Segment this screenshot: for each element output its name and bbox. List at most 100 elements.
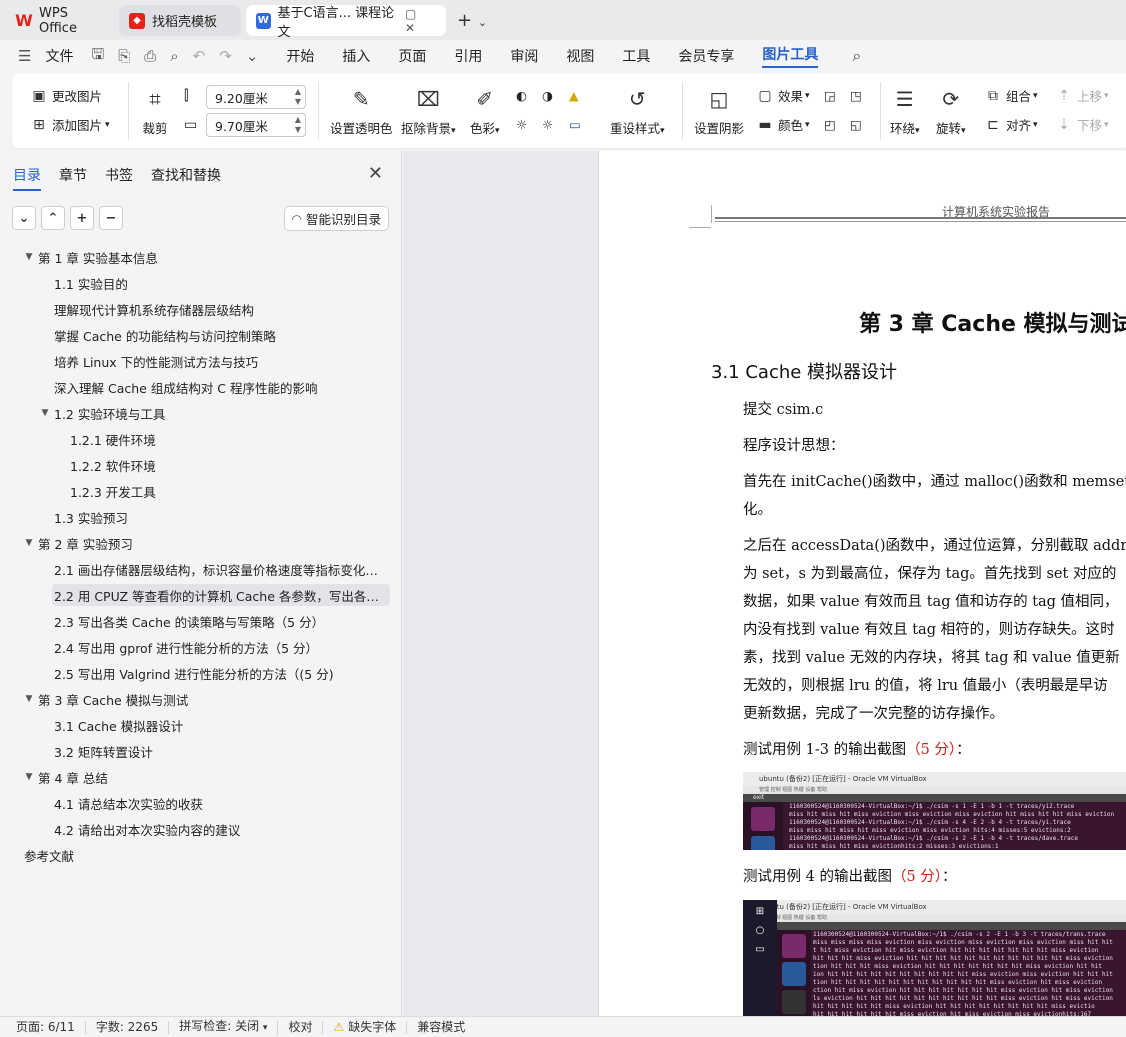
tab-chapters[interactable]: 章节 — [59, 165, 87, 191]
toc-item[interactable]: 1.2.1 硬件环境 — [70, 428, 385, 450]
move-down-button[interactable]: ⇣ 下移 ▾ — [1055, 115, 1108, 134]
effect-button[interactable]: ▢ 效果 ▾ — [756, 86, 809, 105]
paragraph[interactable]: 更新数据，完成了一次完整的访存操作。 — [743, 702, 1004, 723]
rotate-button[interactable]: ⟳ 旋转▾ — [936, 86, 966, 137]
close-icon[interactable]: ✕ — [368, 163, 383, 184]
tab-toc[interactable]: 目录 — [13, 165, 41, 191]
tab-daoke-templates[interactable]: ◆ 找稻壳模板 — [119, 5, 241, 36]
toc-item[interactable]: 4.2 请给出对本次实验内容的建议 — [54, 818, 385, 840]
menu-member[interactable]: 会员专享 — [678, 46, 734, 66]
status-missing-font[interactable]: ⚠ 缺失字体 — [323, 1020, 408, 1034]
status-proofread[interactable]: 校对 — [278, 1020, 324, 1034]
toc-item[interactable]: 2.1 画出存储器层级结构，标识容量价格速度等指标变化（... — [54, 558, 385, 580]
shadow-right-icon[interactable]: ◱ — [850, 117, 862, 132]
chevron-up-icon[interactable]: ⌃ — [41, 206, 65, 230]
toc-item[interactable]: ▼ 第 1 章 实验基本信息 — [22, 246, 385, 268]
expand-triangle-icon[interactable]: ▼ — [22, 252, 36, 262]
figure-caption[interactable]: 测试用例 1-3 的输出截图（5 分）： — [743, 738, 971, 759]
toc-item[interactable]: 1.1 实验目的 — [54, 272, 385, 294]
redo-icon[interactable]: ↷ — [219, 47, 232, 65]
paragraph[interactable]: 之后在 accessData()函数中，通过位运算，分别截取 addr — [743, 534, 1126, 555]
status-word-count[interactable]: 字数: 2265 — [86, 1020, 170, 1034]
toc-item[interactable]: 深入理解 Cache 组成结构对 C 程序性能的影响 — [54, 376, 385, 398]
toc-item[interactable]: 参考文献 — [24, 844, 385, 866]
menu-view[interactable]: 视图 — [566, 46, 594, 66]
toc-item[interactable]: 1.3 实验预习 — [54, 506, 385, 528]
tab-close-icon[interactable]: ✕ — [405, 21, 415, 35]
paragraph[interactable]: 提交 csim.c — [743, 398, 823, 419]
tab-find-replace[interactable]: 查找和替换 — [151, 165, 221, 191]
width-field[interactable]: 9.20厘米 ▲ ▼ — [206, 85, 306, 109]
toc-item[interactable]: ▼ 第 2 章 实验预习 — [22, 532, 385, 554]
spinner-arrows-icon[interactable]: ▲ ▼ — [295, 87, 301, 107]
tab-wps-office[interactable]: W WPS Office — [6, 5, 114, 36]
toc-item[interactable]: 4.1 请总结本次实验的收获 — [54, 792, 385, 814]
save-icon[interactable]: 🖫 — [91, 44, 104, 69]
paragraph[interactable]: 程序设计思想： — [743, 434, 845, 455]
group-button[interactable]: ⧉ 组合 ▾ — [984, 86, 1038, 105]
chevron-down-icon[interactable]: ⌄ — [12, 206, 36, 230]
tab-document[interactable]: W 基于C语言... 课程论文 ▢ ✕ — [246, 5, 446, 40]
toc-item[interactable]: 2.3 写出各类 Cache 的读策略与写策略（5 分） — [54, 610, 385, 632]
plus-icon[interactable]: + — [70, 206, 94, 230]
tab-window-icon[interactable]: ▢ — [405, 7, 416, 21]
toc-item[interactable]: 掌握 Cache 的功能结构与访问控制策略 — [54, 324, 385, 346]
toc-item[interactable]: 理解现代计算机系统存储器层级结构 — [54, 298, 385, 320]
status-spell-check[interactable]: 拼写检查: 关闭 ▾ — [169, 1019, 279, 1035]
figure-caption[interactable]: 测试用例 4 的输出截图（5 分）： — [743, 865, 957, 886]
height-field[interactable]: 9.70厘米 ▲ ▼ — [206, 113, 306, 137]
menu-review[interactable]: 审阅 — [510, 46, 538, 66]
toc-item[interactable]: 3.2 矩阵转置设计 — [54, 740, 385, 762]
minus-icon[interactable]: − — [99, 206, 123, 230]
wrap-button[interactable]: ☰ 环绕▾ — [890, 86, 920, 137]
menu-page[interactable]: 页面 — [398, 46, 426, 66]
align-button[interactable]: ⊏ 对齐 ▾ — [984, 115, 1037, 134]
shadow-up-icon[interactable]: ◲ — [824, 88, 836, 103]
paragraph[interactable]: 化。 — [743, 498, 772, 519]
color-tone-button[interactable]: ✐ 色彩▾ — [470, 86, 500, 137]
toc-item[interactable]: 3.1 Cache 模拟器设计 — [54, 714, 385, 736]
reset-style-button[interactable]: ↺ 重设样式▾ — [610, 86, 665, 137]
paragraph[interactable]: 为 set，s 为到最高位，保存为 tag。首先找到 set 对应的 — [743, 562, 1116, 583]
toc-item[interactable]: ▼ 第 4 章 总结 — [22, 766, 385, 788]
print-preview-icon[interactable]: ⌕ — [170, 47, 178, 65]
set-shadow-button[interactable]: ◱ 设置阴影 — [694, 86, 744, 137]
section-title[interactable]: 3.1 Cache 模拟器设计 — [711, 358, 897, 384]
change-image-button[interactable]: ▣ 更改图片 — [30, 86, 102, 105]
undo-icon[interactable]: ↶ — [193, 47, 206, 65]
screenshot-image-1[interactable]: ubuntu (备份2) [正在运行] - Oracle VM VirtualB… — [743, 772, 1126, 850]
paragraph[interactable]: 首先在 initCache()函数中，通过 malloc()函数和 memset… — [743, 470, 1126, 491]
screenshot-image-2[interactable]: ubuntu (备份2) [正在运行] - Oracle VM VirtualB… — [743, 900, 1126, 1016]
hamburger-icon[interactable]: ☰ — [18, 47, 31, 65]
expand-triangle-icon[interactable]: ▼ — [22, 538, 36, 548]
smart-toc-button[interactable]: ◠ 智能识别目录 — [283, 206, 389, 231]
status-page[interactable]: 页面: 6/11 — [0, 1020, 86, 1034]
brightness-up-icon[interactable]: ◐ — [516, 88, 527, 103]
paragraph[interactable]: 素，找到 value 无效的内存块，将其 tag 和 value 值更新 — [743, 646, 1120, 667]
border-color-icon[interactable]: ▭ — [569, 117, 581, 132]
remove-background-button[interactable]: ⌧ 抠除背景▾ — [401, 86, 456, 137]
expand-triangle-icon[interactable]: ▼ — [38, 408, 52, 418]
menu-start[interactable]: 开始 — [286, 46, 314, 66]
search-icon[interactable]: ⌕ — [852, 46, 861, 66]
toc-item[interactable]: 2.4 写出用 gprof 进行性能分析的方法（5 分） — [54, 636, 385, 658]
chapter-title[interactable]: 第 3 章 Cache 模拟与测试 — [859, 306, 1126, 338]
paragraph[interactable]: 数据，如果 value 有效而且 tag 值和访存的 tag 值相同， — [743, 590, 1119, 611]
crop-button[interactable]: ⌗ 裁剪 — [142, 86, 168, 137]
share-icon[interactable]: ⎘ — [118, 47, 130, 65]
contrast-icon[interactable]: ◑ — [542, 88, 553, 103]
toc-item[interactable]: 1.2.2 软件环境 — [70, 454, 385, 476]
brightness-icon[interactable]: ☼ — [516, 117, 527, 132]
toc-item[interactable]: 2.5 写出用 Valgrind 进行性能分析的方法（(5 分) — [54, 662, 385, 684]
tab-bookmarks[interactable]: 书签 — [105, 165, 133, 191]
fill-color-icon[interactable]: ▲ — [569, 88, 579, 103]
menu-tools[interactable]: 工具 — [622, 46, 650, 66]
color-button[interactable]: ▬ 颜色 ▾ — [756, 115, 809, 134]
file-menu[interactable]: 文件 — [45, 46, 73, 66]
print-icon[interactable]: ⎙ — [144, 47, 156, 65]
expand-triangle-icon[interactable]: ▼ — [22, 694, 36, 704]
toc-item[interactable]: 2.2 用 CPUZ 等查看你的计算机 Cache 各参数，写出各级 C... — [52, 584, 390, 606]
menu-insert[interactable]: 插入 — [342, 46, 370, 66]
shadow-down-icon[interactable]: ◳ — [850, 88, 862, 103]
toc-item[interactable]: ▼ 1.2 实验环境与工具 — [38, 402, 385, 424]
